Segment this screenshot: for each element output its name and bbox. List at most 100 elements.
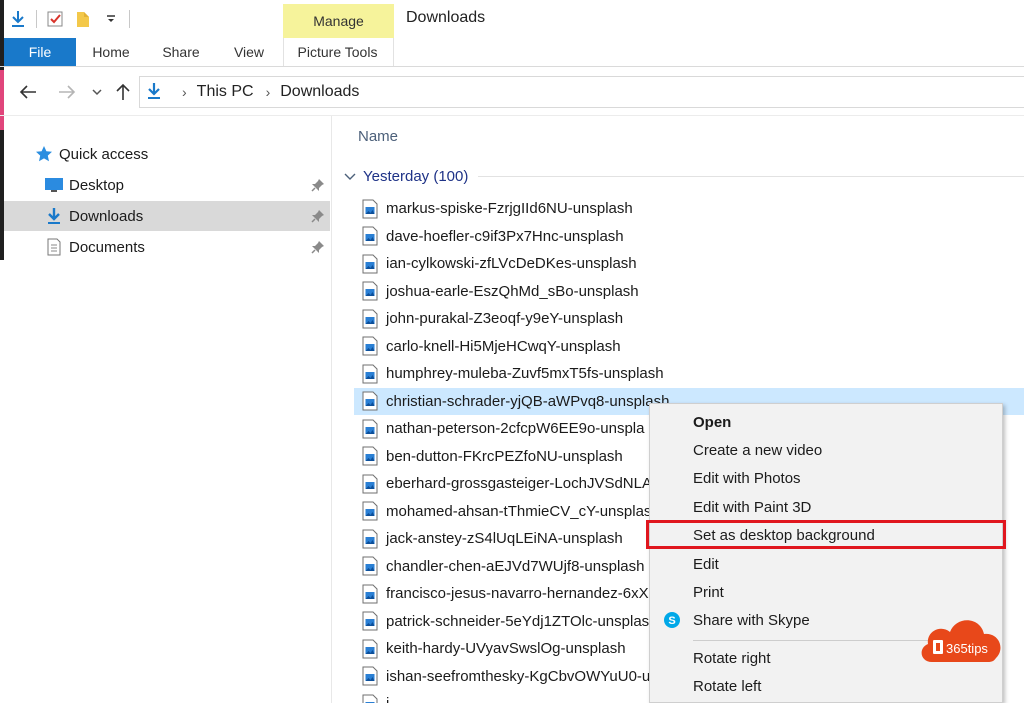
- breadcrumb-downloads[interactable]: Downloads: [280, 83, 359, 101]
- file-name: ishan-seefromthesky-KgCbvOWYuU0-u: [386, 667, 651, 685]
- file-row[interactable]: john-purakal-Z3eoqf-y9eY-unsplash: [354, 305, 1024, 332]
- file-name: jack-anstey-zS4lUqLEiNA-unsplash: [386, 530, 623, 547]
- file-row[interactable]: humphrey-muleba-Zuvf5mxT5fs-unsplash: [354, 360, 1024, 387]
- navigation-bar: › This PC › Downloads: [0, 67, 1024, 115]
- image-file-icon: [362, 666, 378, 686]
- new-folder-icon[interactable]: [73, 9, 93, 29]
- tab-view[interactable]: View: [216, 38, 282, 66]
- sidebar-item-label: Downloads: [69, 207, 144, 225]
- file-name: humphrey-muleba-Zuvf5mxT5fs-unsplash: [386, 365, 664, 382]
- menu-item-edit[interactable]: Edit: [650, 550, 1002, 578]
- image-file-icon: [362, 199, 378, 218]
- svg-text:S: S: [668, 615, 675, 627]
- menu-item-label: Share with Skype: [693, 611, 810, 629]
- file-name: carlo-knell-Hi5MjeHCwqY-unsplash: [386, 337, 621, 355]
- address-bar[interactable]: › This PC › Downloads: [139, 76, 1024, 108]
- toolbar-separator: [129, 10, 130, 28]
- file-name: chandler-chen-aEJVd7WUjf8-unsplash: [386, 557, 645, 575]
- file-name: ian-cylkowski-zfLVcDeDKes-unsplash: [386, 255, 637, 272]
- desktop-icon: [44, 175, 64, 195]
- downloads-icon: [44, 206, 64, 226]
- chevron-down-icon: [344, 173, 356, 180]
- highlight-box: [646, 520, 1006, 549]
- file-row[interactable]: joshua-earle-EszQhMd_sBo-unsplash: [354, 278, 1024, 305]
- toolbar-separator: [36, 10, 37, 28]
- menu-item-edit-paint-3d[interactable]: Edit with Paint 3D: [650, 493, 1002, 521]
- properties-icon[interactable]: [45, 9, 65, 29]
- group-header-yesterday[interactable]: Yesterday (100): [343, 165, 468, 187]
- pin-icon[interactable]: [310, 177, 326, 193]
- image-file-icon: [362, 336, 378, 356]
- forward-arrow-icon[interactable]: [56, 81, 78, 103]
- customize-toolbar-icon[interactable]: [101, 9, 121, 29]
- file-name: nathan-peterson-2cfcpW6EE9o-unspla: [386, 420, 645, 437]
- sidebar-item-downloads[interactable]: Downloads: [4, 201, 330, 231]
- up-arrow-icon[interactable]: [112, 81, 134, 103]
- watermark-text: 365tips: [946, 641, 988, 656]
- menu-item-rotate-left[interactable]: Rotate left: [650, 672, 1002, 700]
- image-file-icon: [362, 529, 378, 548]
- image-file-icon: [362, 254, 378, 273]
- file-row[interactable]: carlo-knell-Hi5MjeHCwqY-unsplash: [354, 333, 1024, 360]
- image-file-icon: [362, 419, 378, 438]
- window-title: Downloads: [406, 9, 486, 26]
- image-file-icon: [362, 694, 378, 703]
- ribbon-tabs: File Home Share View Picture Tools: [4, 38, 393, 66]
- file-row[interactable]: ian-cylkowski-zfLVcDeDKes-unsplash: [354, 250, 1024, 277]
- sidebar-item-quick-access[interactable]: Quick access: [34, 139, 284, 169]
- image-file-icon: [362, 474, 378, 493]
- image-file-icon: [362, 501, 378, 521]
- menu-item-print[interactable]: Print: [650, 578, 1002, 606]
- menu-item-open[interactable]: Open: [650, 408, 1002, 436]
- file-row[interactable]: markus-spiske-FzrjgIId6NU-unsplash: [354, 195, 1024, 222]
- pin-icon[interactable]: [310, 208, 326, 224]
- sidebar-item-documents[interactable]: Documents: [4, 232, 330, 262]
- pane-divider: [331, 116, 332, 703]
- image-file-icon: [362, 446, 378, 466]
- nav-divider: [0, 115, 1024, 116]
- image-file-icon: [362, 611, 378, 631]
- download-arrow-icon[interactable]: [8, 9, 28, 29]
- file-name: francisco-jesus-navarro-hernandez-6xX: [386, 585, 649, 602]
- star-icon: [34, 144, 54, 164]
- skype-icon: S: [664, 612, 680, 628]
- file-name: ben-dutton-FKrcPEZfoNU-unsplash: [386, 447, 623, 465]
- back-arrow-icon[interactable]: [17, 81, 39, 103]
- downloads-location-icon: [146, 82, 164, 102]
- group-divider: [478, 176, 1024, 177]
- image-file-icon: [362, 391, 378, 411]
- documents-icon: [44, 237, 64, 257]
- tab-home[interactable]: Home: [76, 38, 146, 66]
- file-name: dave-hoefler-c9if3Px7Hnc-unsplash: [386, 227, 624, 245]
- recent-locations-chevron-icon[interactable]: [86, 81, 108, 103]
- file-name: john-purakal-Z3eoqf-y9eY-unsplash: [386, 310, 624, 327]
- sidebar-item-desktop[interactable]: Desktop: [4, 170, 330, 200]
- menu-item-edit-photos[interactable]: Edit with Photos: [650, 464, 1002, 492]
- file-name: eberhard-grossgasteiger-LochJVSdNLA: [386, 475, 652, 492]
- file-name: christian-schrader-yjQB-aWPvq8-unsplash: [386, 392, 670, 410]
- image-file-icon: [362, 584, 378, 603]
- breadcrumb-chevron-icon[interactable]: ›: [182, 84, 187, 100]
- image-file-icon: [362, 281, 378, 301]
- tab-file[interactable]: File: [4, 38, 76, 66]
- file-name: mohamed-ahsan-tThmieCV_cY-unsplas: [386, 502, 652, 520]
- file-row[interactable]: dave-hoefler-c9if3Px7Hnc-unsplash: [354, 223, 1024, 250]
- file-name: markus-spiske-FzrjgIId6NU-unsplash: [386, 200, 633, 217]
- breadcrumb-this-pc[interactable]: This PC: [197, 83, 254, 101]
- tab-picture-tools[interactable]: Picture Tools: [282, 38, 393, 66]
- pin-icon[interactable]: [310, 239, 326, 255]
- tab-share[interactable]: Share: [146, 38, 216, 66]
- breadcrumb-chevron-icon[interactable]: ›: [266, 84, 271, 100]
- file-name: patrick-schneider-5eYdj1ZTOlc-unsplash: [386, 612, 658, 630]
- column-header-name[interactable]: Name: [358, 128, 398, 145]
- group-label: Yesterday (100): [363, 167, 469, 185]
- file-name: keith-hardy-UVyavSwslOg-unsplash: [386, 640, 626, 657]
- sidebar-item-label: Documents: [69, 238, 145, 256]
- sidebar-item-label: Quick access: [59, 145, 149, 163]
- manage-contextual-group[interactable]: Manage: [283, 4, 394, 38]
- image-file-icon: [362, 364, 378, 383]
- file-name: joshua-earle-EszQhMd_sBo-unsplash: [386, 282, 639, 300]
- image-file-icon: [362, 309, 378, 328]
- menu-item-create-video[interactable]: Create a new video: [650, 436, 1002, 464]
- image-file-icon: [362, 556, 378, 576]
